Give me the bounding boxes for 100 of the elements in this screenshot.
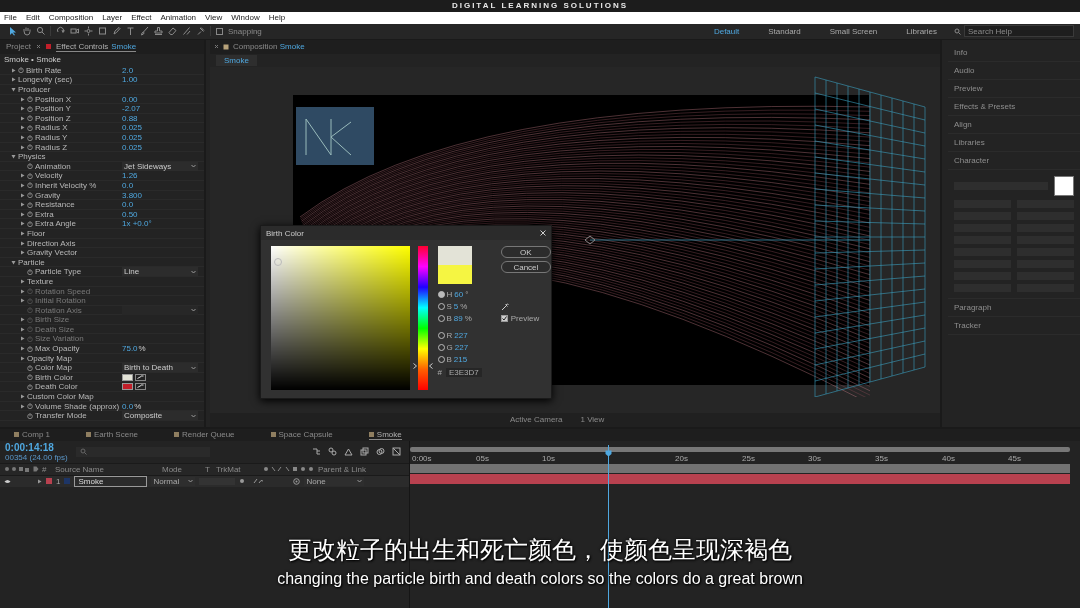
viewer-option[interactable]: Active Camera: [510, 415, 563, 425]
property-value[interactable]: 0.025: [122, 142, 143, 152]
field-value[interactable]: 60: [454, 289, 464, 299]
eyedropper-icon[interactable]: [135, 383, 146, 391]
property-group[interactable]: Custom Color Map: [27, 392, 94, 402]
search-field[interactable]: Search Help: [964, 25, 1074, 38]
pan-icon[interactable]: [84, 26, 93, 37]
panel-tab[interactable]: Project: [6, 41, 31, 52]
eye-icon[interactable]: [4, 478, 11, 484]
puppet-pin-icon[interactable]: [196, 26, 205, 37]
property-value[interactable]: 0.0: [122, 181, 134, 190]
workspace-tab[interactable]: Small Screen: [817, 26, 890, 36]
twirl-arrow-icon[interactable]: [37, 478, 42, 484]
panel-header[interactable]: Preview: [948, 79, 1080, 98]
close-icon[interactable]: [35, 44, 41, 50]
column-header[interactable]: Mode: [162, 464, 202, 474]
column-header[interactable]: TrkMat: [216, 464, 260, 474]
property-value[interactable]: 3.800: [122, 190, 143, 200]
panel-header[interactable]: Align: [948, 115, 1080, 134]
twirl-arrow-icon[interactable]: [11, 67, 16, 73]
composition-flowchart-icon[interactable]: [312, 447, 321, 457]
twirl-arrow-icon[interactable]: [20, 125, 25, 131]
stopwatch-icon[interactable]: [27, 383, 33, 390]
field-value[interactable]: 227: [454, 342, 469, 352]
column-header[interactable]: T: [205, 464, 213, 474]
twirl-arrow-icon[interactable]: [20, 115, 25, 121]
eyedropper-icon[interactable]: [500, 303, 509, 311]
selection-arrow-icon[interactable]: [8, 26, 17, 37]
time-navigator[interactable]: [410, 446, 1070, 452]
timeline-tab[interactable]: Comp 1: [14, 429, 50, 440]
stopwatch-icon[interactable]: [27, 96, 33, 103]
property-value[interactable]: -2.07: [122, 104, 141, 114]
panel-header[interactable]: Libraries: [948, 133, 1080, 152]
stopwatch-icon[interactable]: [27, 364, 33, 371]
timeline-tab[interactable]: Smoke: [368, 429, 402, 440]
twirl-arrow-icon[interactable]: [20, 240, 25, 246]
stopwatch-icon[interactable]: [27, 172, 33, 179]
zoom-icon[interactable]: [36, 26, 45, 37]
color-field[interactable]: [271, 246, 411, 390]
menu-item[interactable]: Help: [268, 13, 286, 23]
frame-blending-icon[interactable]: [360, 447, 369, 457]
color-swatch[interactable]: [122, 383, 133, 391]
property-value[interactable]: 1.26: [122, 171, 138, 181]
cancel-button[interactable]: Cancel: [500, 261, 551, 273]
property-group[interactable]: Physics: [18, 152, 46, 162]
panel-header[interactable]: Info: [948, 43, 1080, 62]
timeline-tab[interactable]: Earth Scene: [86, 429, 139, 440]
stopwatch-icon[interactable]: [27, 211, 33, 218]
property-dropdown[interactable]: Birth to Death: [122, 363, 198, 373]
layer-row[interactable]: 1 Smoke Normal None: [0, 475, 409, 487]
property-value[interactable]: 0.0: [122, 200, 134, 210]
timeline-search-field[interactable]: [75, 446, 210, 457]
graph-editor-icon[interactable]: [392, 447, 401, 457]
stopwatch-icon[interactable]: [27, 345, 33, 352]
menu-item[interactable]: Layer: [102, 13, 123, 23]
brush-icon[interactable]: [140, 26, 149, 37]
workspace-tab[interactable]: Libraries: [894, 26, 949, 36]
stopwatch-icon[interactable]: [27, 105, 33, 112]
close-icon[interactable]: [214, 44, 219, 50]
stopwatch-icon[interactable]: [27, 163, 33, 170]
pick-whip-icon[interactable]: [293, 477, 301, 485]
twirl-arrow-icon[interactable]: [20, 202, 25, 208]
stamp-icon[interactable]: [154, 26, 163, 37]
twirl-arrow-icon[interactable]: [20, 173, 25, 179]
property-value[interactable]: 1.00: [122, 75, 138, 85]
mode-dropdown[interactable]: Normal: [151, 476, 196, 486]
stopwatch-icon[interactable]: [27, 144, 33, 151]
property-group[interactable]: Gravity Vector: [27, 248, 78, 258]
property-dropdown[interactable]: Jet Sideways: [122, 161, 198, 171]
twirl-arrow-icon[interactable]: [20, 230, 25, 236]
column-header[interactable]: Parent & Link: [318, 464, 388, 474]
field-value[interactable]: 215: [453, 354, 468, 364]
eyedropper-icon[interactable]: [135, 373, 146, 381]
property-dropdown[interactable]: Composite: [122, 411, 198, 421]
twirl-arrow-icon[interactable]: [20, 106, 25, 112]
hex-input-field[interactable]: E3E3D7: [445, 368, 482, 377]
hue-slider-arrows-icon[interactable]: [413, 362, 434, 369]
text-tool-icon[interactable]: [126, 26, 135, 37]
current-time[interactable]: 0:00:14:18: [5, 441, 68, 453]
twirl-arrow-icon[interactable]: [11, 87, 16, 93]
twirl-arrow-icon[interactable]: [20, 192, 25, 198]
twirl-arrow-icon[interactable]: [20, 183, 25, 188]
property-dropdown[interactable]: Line: [122, 267, 198, 277]
playhead-line[interactable]: [608, 444, 609, 608]
stopwatch-icon[interactable]: [27, 220, 33, 227]
field-value[interactable]: 89: [453, 313, 463, 323]
twirl-arrow-icon[interactable]: [20, 346, 25, 352]
property-value[interactable]: 1x +0.0°: [122, 219, 152, 229]
workspace-tab[interactable]: Default: [701, 26, 752, 36]
twirl-arrow-icon[interactable]: [11, 259, 16, 265]
stopwatch-icon[interactable]: [18, 67, 24, 74]
panel-header[interactable]: Audio: [948, 61, 1080, 80]
property-value[interactable]: 75.0: [122, 344, 138, 354]
menu-item[interactable]: View: [205, 13, 223, 23]
layer-label-color[interactable]: [46, 478, 52, 485]
composition-tab[interactable]: Smoke: [216, 54, 257, 66]
eraser-icon[interactable]: [168, 26, 177, 37]
stopwatch-icon[interactable]: [27, 412, 33, 419]
panel-header[interactable]: Character: [948, 151, 1080, 170]
layer-duration-bar[interactable]: [410, 473, 1070, 484]
